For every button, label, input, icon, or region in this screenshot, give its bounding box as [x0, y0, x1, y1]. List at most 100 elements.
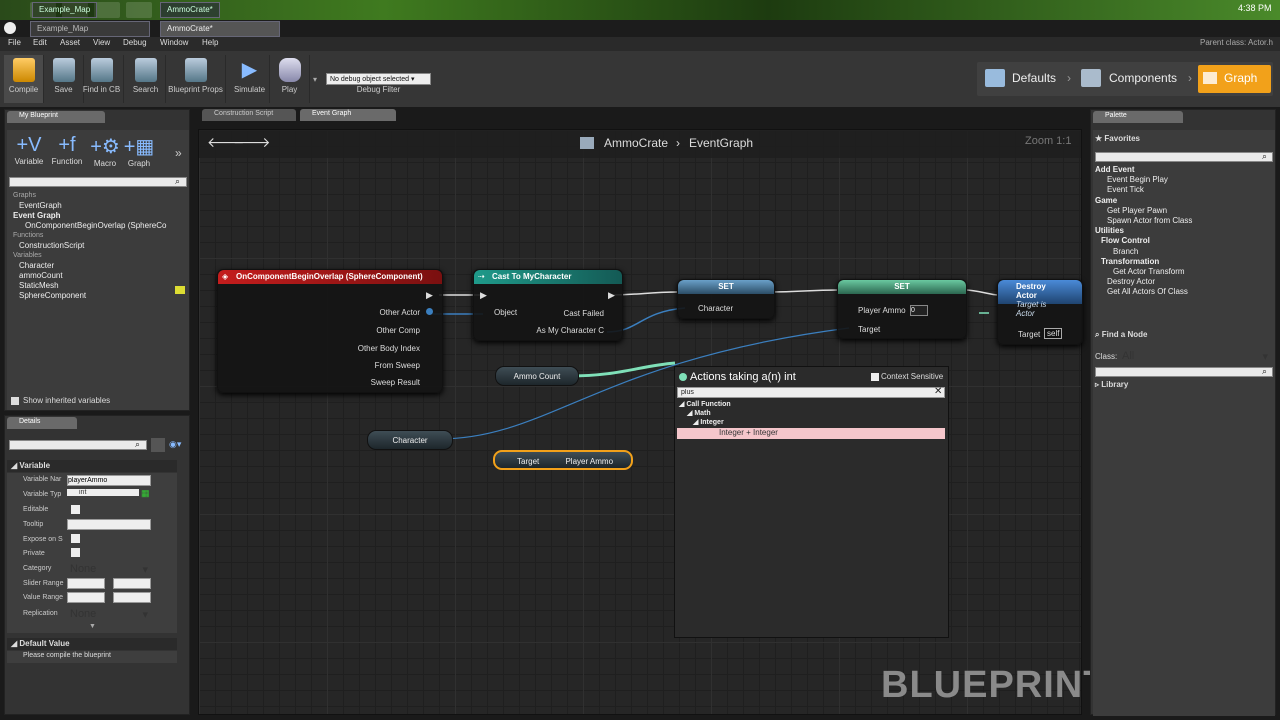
tree-item-construction-script[interactable]: ConstructionScript [13, 241, 189, 251]
action-integer-plus-integer[interactable]: Integer + Integer [677, 428, 945, 439]
editable-checkbox[interactable] [71, 505, 80, 514]
palette-item[interactable]: Transformation [1095, 257, 1273, 267]
palette-item[interactable]: Get Player Pawn [1095, 206, 1273, 216]
play-button[interactable]: Play [270, 55, 310, 103]
default-value-section-header[interactable]: ◢ Default Value [7, 638, 177, 650]
save-button[interactable]: Save [44, 55, 84, 103]
menu-window[interactable]: Window [160, 38, 188, 47]
app-icon[interactable] [94, 2, 120, 18]
taskbar-tab-map[interactable]: Example_Map [32, 2, 98, 18]
exec-in-pin-icon[interactable]: ▶ [480, 290, 487, 301]
property-matrix-icon[interactable] [151, 438, 165, 452]
value-max-field[interactable] [113, 592, 151, 603]
debug-object-select[interactable]: No debug object selected ▾ [326, 73, 431, 85]
slider-max-field[interactable] [113, 578, 151, 589]
node-cast[interactable]: Cast To MyCharacter ⇢ ▶ ▶ Object Cast Fa… [473, 269, 623, 341]
my-blueprint-search-input[interactable] [9, 177, 187, 187]
tab-event-graph[interactable]: Event Graph [300, 109, 396, 121]
find-node-header[interactable]: ⌕ Find a Node [1095, 330, 1147, 340]
expand-chevron-icon[interactable]: » [175, 146, 182, 160]
exec-out-pin-icon[interactable]: ▶ [426, 290, 433, 301]
tree-math[interactable]: ◢ Math [679, 409, 731, 418]
details-search-input[interactable] [9, 440, 147, 450]
app-icon[interactable] [126, 2, 152, 18]
menu-asset[interactable]: Asset [60, 38, 80, 47]
tree-call-function[interactable]: ◢ Call Function [679, 400, 731, 409]
menu-debug[interactable]: Debug [123, 38, 147, 47]
node-set-player-ammo[interactable]: SET Player Ammo Target [837, 279, 967, 339]
show-inherited-checkbox[interactable] [11, 397, 19, 405]
expose-checkbox[interactable] [71, 534, 80, 543]
palette-item[interactable]: Destroy Actor [1095, 277, 1273, 287]
favorites-header[interactable]: ★ Favorites [1095, 134, 1140, 143]
node-overlap-event[interactable]: OnComponentBeginOverlap (SphereComponent… [217, 269, 443, 393]
tab-palette[interactable]: Palette [1093, 111, 1183, 123]
mode-graph[interactable]: Graph [1198, 65, 1271, 93]
tooltip-field[interactable] [67, 519, 151, 530]
variable-spherecomponent[interactable]: SphereComponent [13, 291, 189, 301]
palette-item[interactable]: Get Actor Transform [1095, 267, 1273, 277]
node-get-player-ammo[interactable]: Target Player Ammo [493, 450, 633, 470]
slider-min-field[interactable] [67, 578, 105, 589]
actions-search-input[interactable] [677, 387, 945, 398]
variable-name-field[interactable] [67, 475, 151, 486]
variable-character[interactable]: Character [13, 261, 189, 271]
add-function-button[interactable]: +f Function [49, 134, 85, 166]
palette-item[interactable]: Branch [1095, 247, 1273, 257]
palette-item[interactable]: Event Tick [1095, 185, 1273, 195]
find-in-cb-button[interactable]: Find in CB [80, 55, 124, 103]
doc-tab-ammocrate[interactable]: AmmoCrate* [160, 21, 280, 37]
graph-canvas[interactable]: 🡐 🡒 AmmoCrate › EventGraph Zoom 1:1 OnCo… [198, 129, 1106, 715]
array-toggle-icon[interactable]: ▦ [141, 488, 150, 499]
play-options-chevron-icon[interactable]: ▾ [313, 75, 317, 84]
doc-tab-map[interactable]: Example_Map [30, 21, 150, 37]
advanced-expand-icon[interactable]: ▼ [89, 623, 96, 630]
context-sensitive-checkbox[interactable] [871, 373, 879, 381]
tree-item-overlap-event[interactable]: OnComponentBeginOverlap (SphereCo [13, 221, 189, 231]
variable-section-header[interactable]: ◢ Variable [7, 460, 177, 472]
menu-view[interactable]: View [93, 38, 110, 47]
player-ammo-value-field[interactable] [910, 305, 928, 316]
tab-my-blueprint[interactable]: My Blueprint [7, 111, 105, 123]
simulate-button[interactable]: ▶ Simulate [230, 55, 270, 103]
eye-icon[interactable] [175, 286, 185, 294]
tab-construction-script[interactable]: Construction Script [202, 109, 296, 121]
replication-select[interactable]: None ▾ [67, 608, 151, 621]
node-destroy-actor[interactable]: Destroy Actor Target is Actor Target self [997, 279, 1083, 345]
class-select[interactable]: All ▾ [1119, 350, 1271, 363]
tree-item-eventgraph[interactable]: EventGraph [13, 201, 189, 211]
value-min-field[interactable] [67, 592, 105, 603]
palette-item[interactable]: Event Begin Play [1095, 175, 1273, 185]
palette-search-input[interactable] [1095, 152, 1273, 162]
palette-item[interactable]: Flow Control [1095, 236, 1273, 246]
variable-type-select[interactable]: int [67, 489, 139, 496]
add-graph-button[interactable]: +▦ Graph [123, 134, 155, 168]
variable-staticmesh[interactable]: StaticMesh [13, 281, 189, 291]
mode-defaults[interactable]: Defaults [1012, 71, 1056, 85]
node-ammo-count-getter[interactable]: Ammo Count [495, 366, 579, 386]
palette-item[interactable]: Game [1095, 196, 1273, 206]
compile-button[interactable]: Compile [4, 55, 44, 103]
self-tag[interactable]: self [1044, 328, 1063, 339]
palette-item[interactable]: Utilities [1095, 226, 1273, 236]
tree-integer[interactable]: ◢ Integer [679, 418, 731, 427]
mode-components[interactable]: Components [1109, 71, 1177, 85]
palette-item[interactable]: Spawn Actor from Class [1095, 216, 1273, 226]
palette-item[interactable]: Add Event [1095, 165, 1273, 175]
find-node-search-input[interactable] [1095, 367, 1273, 377]
taskbar-tab-ammocrate[interactable]: AmmoCrate* [160, 2, 220, 18]
object-pin-icon[interactable] [426, 308, 433, 315]
node-set-character[interactable]: SET Character [677, 279, 775, 319]
menu-edit[interactable]: Edit [33, 38, 47, 47]
clear-search-icon[interactable]: ✕ [934, 386, 942, 397]
library-tree-item[interactable]: ▹ Library [1095, 380, 1128, 389]
search-button[interactable]: Search [126, 55, 166, 103]
category-select[interactable]: None ▾ [67, 563, 151, 576]
exec-out-pin-icon[interactable]: ▶ [608, 290, 615, 301]
add-macro-button[interactable]: +⚙ Macro [89, 134, 121, 168]
private-checkbox[interactable] [71, 548, 80, 557]
menu-file[interactable]: File [8, 38, 21, 47]
blueprint-props-button[interactable]: Blueprint Props [166, 55, 226, 103]
add-variable-button[interactable]: +V Variable [11, 134, 47, 166]
tab-details[interactable]: Details [7, 417, 77, 429]
